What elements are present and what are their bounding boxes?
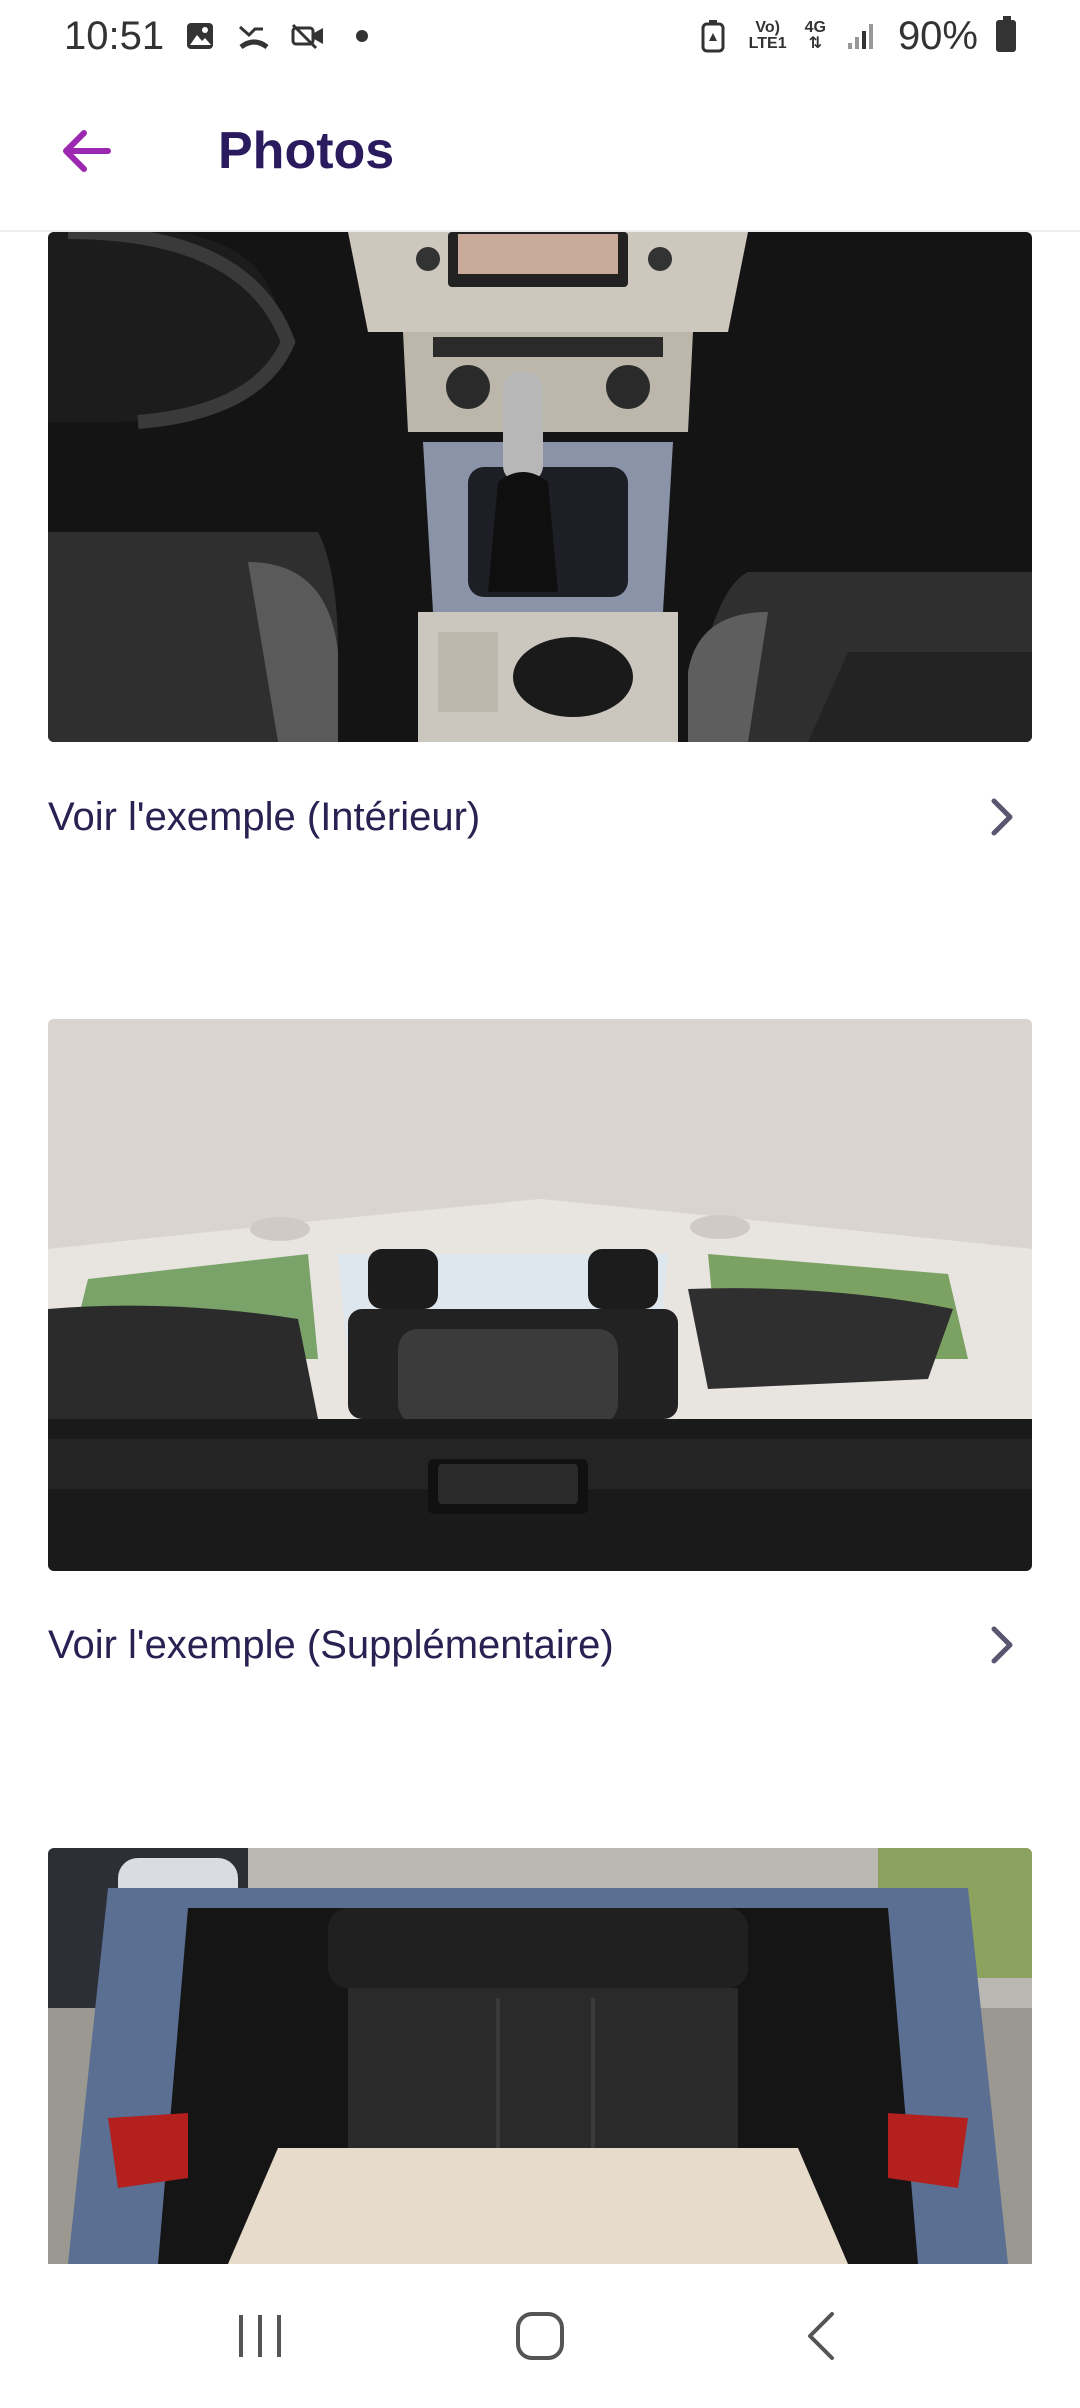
car-interior-center-console-photo[interactable] [48, 232, 1032, 742]
dot-icon [344, 18, 380, 54]
chevron-right-icon [982, 797, 1022, 837]
back-icon [808, 2312, 834, 2360]
content[interactable]: Voir l'exemple (Intérieur) Voir l'exempl… [0, 232, 1080, 2264]
battery-icon [996, 16, 1016, 52]
example-label-supplementary: Voir l'exemple (Supplémentaire) [48, 1622, 614, 1667]
network-type-label: 4G [804, 19, 826, 36]
home-button[interactable] [480, 2286, 600, 2386]
network-type: 4G ⇅ [805, 20, 826, 52]
lte-label: LTE1 [748, 35, 787, 52]
battery-percent: 90% [897, 13, 978, 58]
system-nav-bar [0, 2264, 1080, 2408]
status-time: 10:51 [64, 13, 165, 58]
recent-apps-icon [239, 2315, 281, 2357]
data-arrows-icon: ⇅ [808, 35, 822, 52]
missed-call-icon [236, 18, 272, 54]
recent-apps-button[interactable] [200, 2286, 320, 2386]
status-left: 10:51 [64, 14, 380, 59]
page-title: Photos [218, 122, 395, 180]
car-open-trunk-photo[interactable] [48, 1848, 1032, 2264]
status-bar: 10:51 Vo) LTE1 4G ⇅ 90% [0, 0, 1080, 72]
gallery-icon [182, 18, 218, 54]
status-right: Vo) LTE1 4G ⇅ 90% [695, 14, 1016, 59]
signal-icon [844, 18, 880, 54]
interior-photo-image [48, 232, 1032, 742]
arrow-left-icon [63, 130, 111, 172]
back-button[interactable] [36, 101, 136, 201]
example-label-interior: Voir l'exemple (Intérieur) [48, 794, 481, 839]
home-icon [516, 2312, 564, 2360]
rear-seats-photo-image [48, 1019, 1032, 1571]
video-off-icon [290, 18, 326, 54]
network-label: Vo) LTE1 [749, 20, 787, 52]
battery-saver-icon [695, 18, 731, 54]
trunk-photo-image [48, 1848, 1032, 2264]
nav-back-button[interactable] [760, 2286, 880, 2386]
app-bar: Photos [0, 72, 1080, 232]
volte-label: Vo) [755, 19, 780, 36]
example-link-interior[interactable]: Voir l'exemple (Intérieur) [48, 762, 1032, 872]
chevron-right-icon [982, 1625, 1022, 1665]
car-rear-seats-photo[interactable] [48, 1019, 1032, 1571]
example-link-supplementary[interactable]: Voir l'exemple (Supplémentaire) [48, 1590, 1032, 1700]
